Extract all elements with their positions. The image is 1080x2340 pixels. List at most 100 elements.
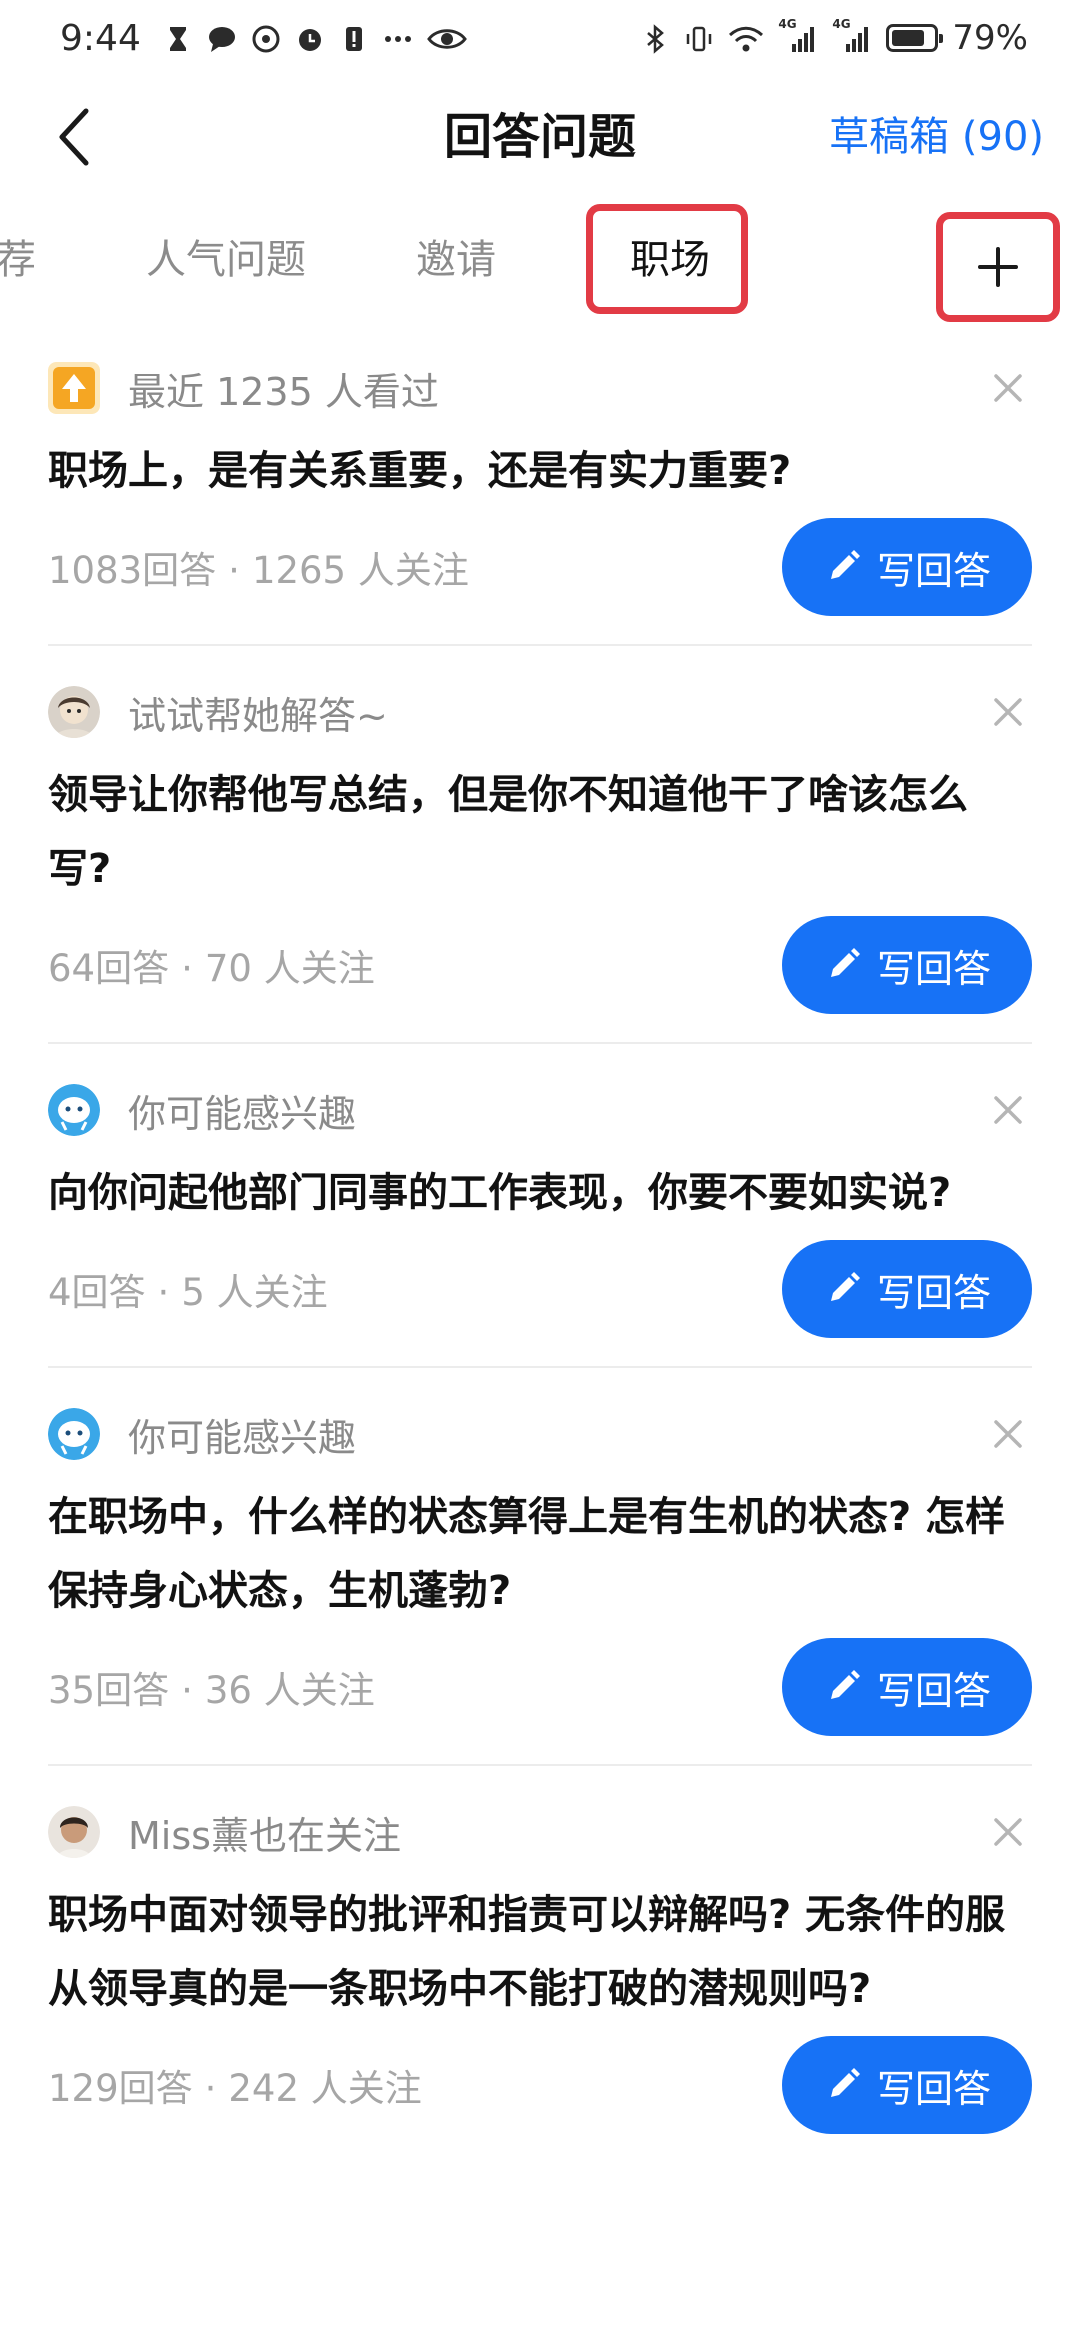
- battery-icon: [886, 24, 944, 52]
- card-footer: 35回答 · 36 人关注 写回答: [48, 1632, 1032, 1742]
- hotspot-icon: [251, 23, 281, 53]
- card-reason: Miss薰也在关注: [48, 1794, 1032, 1870]
- drafts-button[interactable]: 草稿箱 (90): [829, 92, 1044, 182]
- stats-separator: ·: [181, 1669, 193, 1712]
- write-answer-label: 写回答: [876, 1270, 991, 1315]
- tab-recommend[interactable]: 荐: [0, 222, 36, 298]
- write-answer-button[interactable]: 写回答: [782, 916, 1032, 1014]
- write-answer-button[interactable]: 写回答: [782, 1638, 1032, 1736]
- question-title[interactable]: 向你问起他部门同事的工作表现，你要不要如实说?: [48, 1156, 1032, 1230]
- dismiss-button[interactable]: [984, 1808, 1032, 1856]
- user-avatar[interactable]: [48, 1806, 100, 1858]
- reason-text: Miss薰也在关注: [128, 1813, 401, 1858]
- dismiss-button[interactable]: [984, 364, 1032, 412]
- reason-text: 你可能感兴趣: [128, 1091, 357, 1136]
- close-icon: [994, 1818, 1022, 1846]
- question-card: 试试帮她解答~ 领导让你帮他写总结，但是你不知道他干了啥该怎么写? 64回答 · 7…: [48, 646, 1032, 1044]
- trending-up-icon: [48, 362, 100, 414]
- tab-popular[interactable]: 人气问题: [146, 222, 306, 298]
- signal-icon: 4G: [778, 17, 818, 53]
- answer-count: 35回答: [48, 1669, 170, 1712]
- card-reason: 最近 1235 人看过: [48, 350, 1032, 426]
- question-stats: 4回答 · 5 人关注: [48, 1262, 328, 1316]
- question-title[interactable]: 领导让你帮他写总结，但是你不知道他干了啥该怎么写?: [48, 758, 1032, 906]
- status-left: 9:44: [60, 18, 467, 59]
- dismiss-button[interactable]: [984, 1410, 1032, 1458]
- pencil-icon: [830, 948, 860, 977]
- answer-count: 64回答: [48, 947, 170, 990]
- reason-text: 最近 1235 人看过: [128, 369, 439, 414]
- stats-separator: ·: [157, 1271, 170, 1314]
- write-answer-label: 写回答: [876, 548, 991, 593]
- bluetooth-icon: [640, 23, 670, 54]
- battery-percent: 79%: [952, 18, 1028, 58]
- question-card: 你可能感兴趣 向你问起他部门同事的工作表现，你要不要如实说? 4回答 · 5 人关注…: [48, 1044, 1032, 1368]
- question-card: 你可能感兴趣 在职场中，什么样的状态算得上是有生机的状态? 怎样保持身心状态，生…: [48, 1368, 1032, 1766]
- follower-count: 5 人关注: [181, 1271, 328, 1314]
- dismiss-button[interactable]: [984, 1086, 1032, 1134]
- pencil-icon: [830, 2068, 860, 2097]
- write-answer-label: 写回答: [876, 1668, 991, 1713]
- question-stats: 129回答 · 242 人关注: [48, 2058, 422, 2112]
- pencil-icon: [830, 550, 860, 579]
- wifi-icon: [728, 23, 764, 53]
- answer-count: 129回答: [48, 2067, 193, 2110]
- follower-count: 70 人关注: [204, 947, 375, 990]
- write-answer-label: 写回答: [876, 946, 991, 991]
- question-title[interactable]: 职场上，是有关系重要，还是有实力重要?: [48, 434, 1032, 508]
- answer-count: 1083回答: [48, 549, 217, 592]
- card-footer: 1083回答 · 1265 人关注 写回答: [48, 512, 1032, 622]
- status-bar: 9:44 4G 4G 79%: [0, 0, 1080, 76]
- question-stats: 1083回答 · 1265 人关注: [48, 540, 469, 594]
- status-right: 4G 4G 79%: [640, 17, 1028, 58]
- card-footer: 129回答 · 242 人关注 写回答: [48, 2030, 1032, 2140]
- add-tab-button[interactable]: [936, 212, 1060, 322]
- reason-text: 试试帮她解答~: [128, 693, 388, 738]
- network-label-2: 4G: [832, 17, 851, 31]
- answer-count: 4回答: [48, 1271, 146, 1314]
- close-icon: [994, 698, 1022, 726]
- follower-count: 36 人关注: [204, 1669, 375, 1712]
- reason-text: 你可能感兴趣: [128, 1415, 357, 1460]
- status-time: 9:44: [60, 17, 141, 59]
- card-footer: 4回答 · 5 人关注 写回答: [48, 1234, 1032, 1344]
- question-card: Miss薰也在关注 职场中面对领导的批评和指责可以辩解吗? 无条件的服从领导真的…: [48, 1766, 1032, 2140]
- app-header: 回答问题 草稿箱 (90): [0, 92, 1080, 182]
- user-avatar[interactable]: [48, 686, 100, 738]
- alert-icon: [339, 23, 369, 53]
- write-answer-button[interactable]: 写回答: [782, 2036, 1032, 2134]
- question-stats: 35回答 · 36 人关注: [48, 1660, 375, 1714]
- follower-count: 242 人关注: [228, 2067, 422, 2110]
- stats-separator: ·: [228, 549, 240, 592]
- tab-workplace[interactable]: 职场: [630, 222, 710, 298]
- stats-separator: ·: [204, 2067, 217, 2110]
- dismiss-button[interactable]: [984, 688, 1032, 736]
- write-answer-button[interactable]: 写回答: [782, 518, 1032, 616]
- question-title[interactable]: 在职场中，什么样的状态算得上是有生机的状态? 怎样保持身心状态，生机蓬勃?: [48, 1480, 1032, 1628]
- card-reason: 试试帮她解答~: [48, 674, 1032, 750]
- hourglass-icon: [163, 23, 193, 53]
- battery-level: [892, 30, 925, 46]
- pencil-icon: [830, 1272, 860, 1301]
- card-reason: 你可能感兴趣: [48, 1396, 1032, 1472]
- close-icon: [994, 374, 1022, 402]
- network-label: 4G: [778, 17, 797, 31]
- question-title[interactable]: 职场中面对领导的批评和指责可以辩解吗? 无条件的服从领导真的是一条职场中不能打破…: [48, 1878, 1032, 2026]
- more-icon: [383, 23, 413, 53]
- card-reason: 你可能感兴趣: [48, 1072, 1032, 1148]
- plus-icon: [978, 247, 1018, 287]
- mascot-avatar: [48, 1408, 100, 1460]
- pencil-icon: [830, 1670, 860, 1699]
- chat-bubble-icon: [207, 23, 237, 53]
- topic-tabs: 荐 人气问题 邀请 职场: [0, 200, 1080, 322]
- follower-count: 1265 人关注: [251, 549, 469, 592]
- card-footer: 64回答 · 70 人关注 写回答: [48, 910, 1032, 1020]
- vibrate-icon: [684, 23, 714, 53]
- question-stats: 64回答 · 70 人关注: [48, 938, 375, 992]
- eye-icon: [426, 23, 467, 53]
- mascot-avatar: [48, 1084, 100, 1136]
- alarm-icon: [295, 23, 325, 53]
- tab-invite[interactable]: 邀请: [416, 222, 496, 298]
- close-icon: [994, 1096, 1022, 1124]
- write-answer-button[interactable]: 写回答: [782, 1240, 1032, 1338]
